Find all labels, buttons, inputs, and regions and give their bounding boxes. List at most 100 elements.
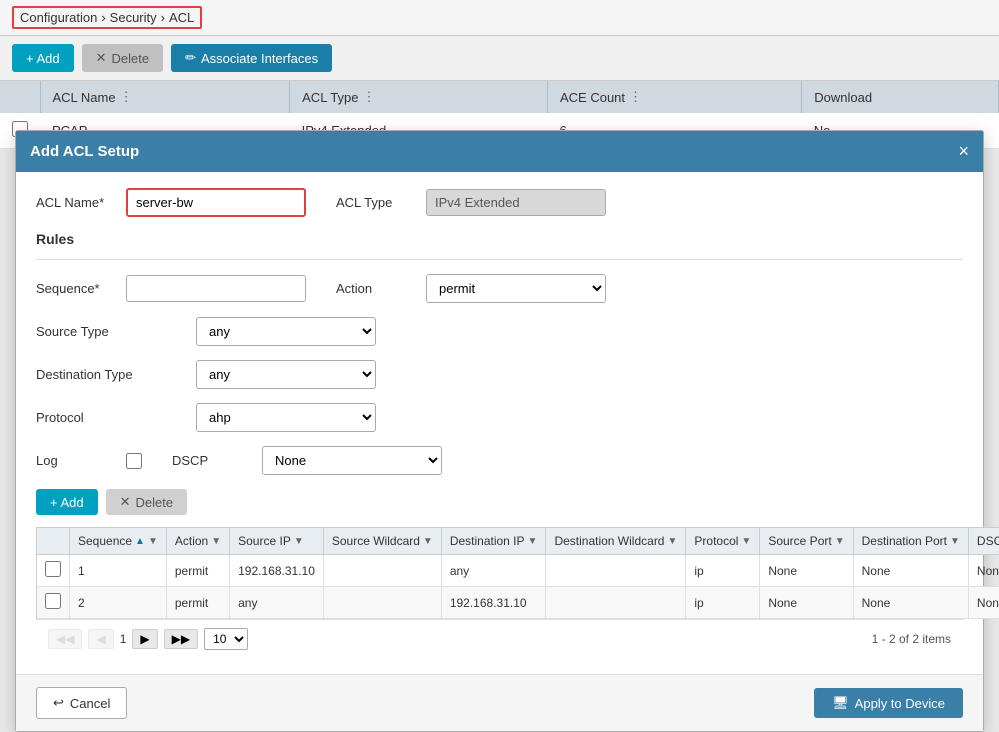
seq-action-pair: Sequence* Action permit deny bbox=[36, 274, 963, 303]
itd-seq: 2 bbox=[70, 587, 167, 619]
sequence-pair: Sequence* bbox=[36, 274, 306, 303]
log-pair: Log bbox=[36, 446, 142, 475]
action-select[interactable]: permit deny bbox=[426, 274, 606, 303]
inner-row-checkbox[interactable] bbox=[45, 561, 61, 577]
dialog-footer: ↩ Cancel 🖥 Apply to Device bbox=[16, 674, 983, 731]
ith-src-port-label: Source Port bbox=[768, 534, 831, 548]
dialog-title: Add ACL Setup bbox=[30, 143, 139, 160]
filter-icon-srcip[interactable]: ▼ bbox=[294, 536, 304, 547]
sort-up-icon[interactable]: ▲ bbox=[135, 536, 145, 547]
itd-src-port: None bbox=[760, 587, 853, 619]
filter-icon-proto[interactable]: ▼ bbox=[741, 536, 751, 547]
filter-icon-destport[interactable]: ▼ bbox=[950, 536, 960, 547]
page-next-button[interactable]: ▶ bbox=[132, 629, 157, 649]
dest-type-row: Destination Type any host network bbox=[36, 360, 963, 389]
itd-dest-ip: any bbox=[441, 555, 546, 587]
itd-protocol: ip bbox=[686, 555, 760, 587]
th-acl-type-label: ACL Type bbox=[302, 90, 358, 105]
inner-add-button[interactable]: + Add bbox=[36, 489, 98, 515]
filter-icon-srcwc[interactable]: ▼ bbox=[423, 536, 433, 547]
dialog-close-button[interactable]: × bbox=[958, 141, 969, 162]
pagination: ◀◀ ◀ 1 ▶ ▶▶ 10 25 50 1 - 2 of 2 items bbox=[36, 619, 963, 658]
itd-dscp: None bbox=[968, 555, 999, 587]
itd-source-ip: any bbox=[230, 587, 324, 619]
log-label: Log bbox=[36, 453, 116, 468]
delete-label: Delete bbox=[112, 51, 150, 66]
ith-dest-port: Destination Port ▼ bbox=[853, 528, 968, 555]
ith-seq: Sequence ▲ ▼ bbox=[70, 528, 167, 555]
cancel-button[interactable]: ↩ Cancel bbox=[36, 687, 127, 719]
dest-type-label: Destination Type bbox=[36, 367, 196, 382]
col-menu-icon-2[interactable]: ⋮ bbox=[363, 89, 376, 105]
sequence-label: Sequence* bbox=[36, 281, 116, 296]
apply-button[interactable]: 🖥 Apply to Device bbox=[814, 688, 963, 718]
page-last-button[interactable]: ▶▶ bbox=[164, 629, 198, 649]
sep1: › bbox=[101, 10, 105, 25]
log-dscp-pair: Log DSCP None AF11 AF12 EF bbox=[36, 446, 963, 475]
filter-icon-action[interactable]: ▼ bbox=[211, 536, 221, 547]
ith-check bbox=[37, 528, 70, 555]
th-acl-name-label: ACL Name bbox=[53, 90, 116, 105]
filter-icon-srcport[interactable]: ▼ bbox=[835, 536, 845, 547]
protocol-select[interactable]: ahp ip tcp udp icmp bbox=[196, 403, 376, 432]
dest-type-select[interactable]: any host network bbox=[196, 360, 376, 389]
sep2: › bbox=[161, 10, 165, 25]
th-ace-count-label: ACE Count bbox=[560, 90, 625, 105]
itd-action: permit bbox=[166, 587, 229, 619]
inner-delete-button[interactable]: ✕ Delete bbox=[106, 489, 187, 515]
per-page-select[interactable]: 10 25 50 bbox=[204, 628, 248, 650]
th-download: Download bbox=[802, 81, 999, 113]
apply-label: Apply to Device bbox=[855, 696, 945, 711]
ith-action-label: Action bbox=[175, 534, 208, 548]
itd-dest-port: None bbox=[853, 587, 968, 619]
delete-icon: ✕ bbox=[96, 50, 107, 66]
col-menu-icon-3[interactable]: ⋮ bbox=[629, 89, 642, 105]
dscp-select[interactable]: None AF11 AF12 EF bbox=[262, 446, 442, 475]
add-button[interactable]: + Add bbox=[12, 44, 74, 72]
ith-source-ip-label: Source IP bbox=[238, 534, 291, 548]
source-type-row: Source Type any host network bbox=[36, 317, 963, 346]
itd-check bbox=[37, 555, 70, 587]
itd-source-wc bbox=[323, 587, 441, 619]
th-download-label: Download bbox=[814, 90, 872, 105]
source-type-select[interactable]: any host network bbox=[196, 317, 376, 346]
top-bar: Configuration › Security › ACL bbox=[0, 0, 999, 36]
acl-name-row: ACL Name* ACL Type IPv4 Extended bbox=[36, 188, 963, 217]
acl-type-value: IPv4 Extended bbox=[426, 189, 606, 216]
filter-icon-destwc[interactable]: ▼ bbox=[667, 536, 677, 547]
rules-divider bbox=[36, 259, 963, 260]
acl-name-input[interactable] bbox=[126, 188, 306, 217]
itd-dest-wc bbox=[546, 587, 686, 619]
filter-icon-seq[interactable]: ▼ bbox=[148, 536, 158, 547]
log-dscp-row: Log DSCP None AF11 AF12 EF bbox=[36, 446, 963, 475]
th-acl-type: ACL Type ⋮ bbox=[290, 81, 548, 113]
col-menu-icon-1[interactable]: ⋮ bbox=[120, 89, 133, 105]
page-prev-button[interactable]: ◀ bbox=[88, 629, 113, 649]
ith-source-ip: Source IP ▼ bbox=[230, 528, 324, 555]
associate-interfaces-button[interactable]: ✏ Associate Interfaces bbox=[171, 44, 332, 72]
delete-button[interactable]: ✕ Delete bbox=[82, 44, 163, 72]
itd-check bbox=[37, 587, 70, 619]
ith-dscp: DSCP ▼ bbox=[968, 528, 999, 555]
undo-icon: ↩ bbox=[53, 695, 64, 711]
ith-dest-wc-label: Destination Wildcard bbox=[554, 534, 664, 548]
acl-type-pair: ACL Type IPv4 Extended bbox=[336, 188, 606, 217]
log-checkbox[interactable] bbox=[126, 453, 142, 469]
assoc-label: Associate Interfaces bbox=[201, 51, 318, 66]
page-first-button[interactable]: ◀◀ bbox=[48, 629, 82, 649]
form-pair-top: ACL Name* ACL Type IPv4 Extended bbox=[36, 188, 963, 217]
inner-table-row: 2 permit any 192.168.31.10 ip None None … bbox=[37, 587, 999, 619]
breadcrumb-config[interactable]: Configuration bbox=[20, 10, 97, 25]
ith-action: Action ▼ bbox=[166, 528, 229, 555]
action-label: Action bbox=[336, 281, 416, 296]
sequence-input[interactable] bbox=[126, 275, 306, 302]
filter-icon-destip[interactable]: ▼ bbox=[528, 536, 538, 547]
add-acl-dialog: Add ACL Setup × ACL Name* ACL Type IPv4 … bbox=[15, 130, 984, 732]
pencil-icon: ✏ bbox=[185, 50, 196, 66]
acl-type-label: ACL Type bbox=[336, 195, 416, 210]
breadcrumb-security[interactable]: Security bbox=[110, 10, 157, 25]
source-type-field: any host network bbox=[196, 317, 963, 346]
inner-row-checkbox[interactable] bbox=[45, 593, 61, 609]
itd-source-wc bbox=[323, 555, 441, 587]
inner-toolbar: + Add ✕ Delete bbox=[36, 489, 963, 515]
